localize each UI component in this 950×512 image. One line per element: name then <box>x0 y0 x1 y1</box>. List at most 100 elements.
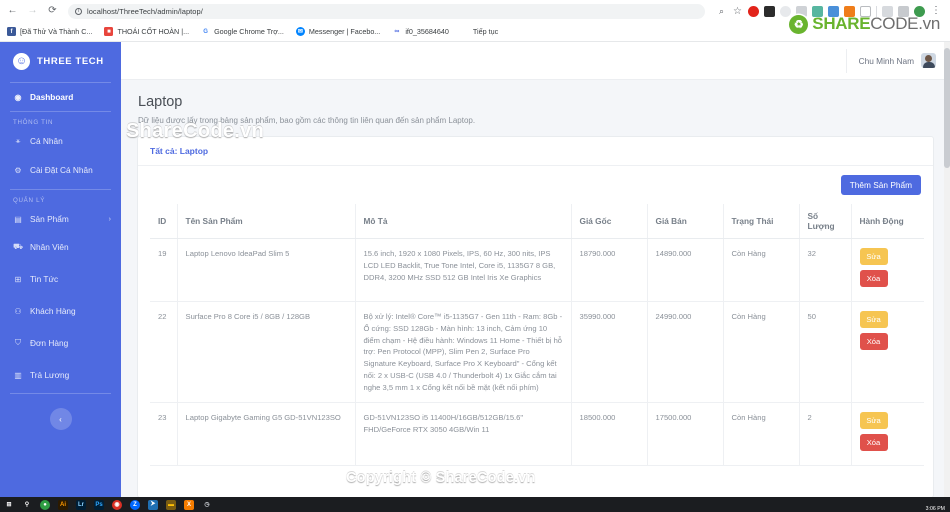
cell-id: 22 <box>150 301 178 404</box>
sidebar-collapse-button[interactable]: ‹ <box>49 408 72 430</box>
bookmark-item[interactable]: ■ THOÁI CỐT HOÀN |... <box>104 27 189 36</box>
col-qty: Số Lượng <box>799 204 852 239</box>
cell-actions: Sửa Xóa <box>851 238 924 302</box>
main-content: Laptop Dữ liệu được lấy trong bảng sản p… <box>121 80 950 497</box>
sidebar-item-label: Cá Nhân <box>30 136 63 146</box>
sidebar-collapse-area: ‹ <box>0 408 121 430</box>
search-icon[interactable]: ⚲ <box>22 500 32 510</box>
customer-icon: ⚇ <box>14 306 22 316</box>
brand-logo-area[interactable]: ☺ THREE TECH <box>0 42 121 80</box>
dashboard-icon: ◉ <box>14 92 22 102</box>
taskbar-icon-zalo[interactable]: Z <box>130 499 140 510</box>
sidebar-item-san-pham[interactable]: ▤ Sản Phẩm › <box>0 207 121 231</box>
bookmark-label: THOÁI CỐT HOÀN |... <box>117 27 190 36</box>
edit-button[interactable]: Sửa <box>859 412 888 430</box>
cell-desc: GD-51VN123SO i5 11400H/16GB/512GB/15.6" … <box>355 402 572 467</box>
bookmark-label: Google Chrome Trợ... <box>214 27 284 36</box>
taskbar-icon-vscode[interactable]: ⮞ <box>148 499 158 510</box>
logo-green-text: SHARE <box>812 14 871 33</box>
cell-actions: Sửa Xóa <box>851 402 924 467</box>
table-row: 22 Surface Pro 8 Core i5 / 8GB / 128GB B… <box>150 301 924 404</box>
taskbar-icon-chrome[interactable]: ◉ <box>112 499 122 510</box>
taskbar-clock[interactable]: 3:06 PM 1/20/2023 <box>925 498 945 512</box>
cell-status: Còn Hàng <box>723 301 800 404</box>
bookmark-favicon-messenger: ✉ <box>295 27 305 36</box>
user-menu[interactable]: Chu Minh Nam <box>845 48 950 73</box>
sidebar-item-tin-tuc[interactable]: ⊞ Tin Tức <box>0 263 121 295</box>
card-title: Tất cả: Laptop <box>138 137 933 166</box>
cell-price-base: 35990.000 <box>571 301 648 404</box>
cell-status: Còn Hàng <box>723 238 800 302</box>
sidebar: ☺ THREE TECH ◉ Dashboard THÔNG TIN ⚹ Cá … <box>0 42 121 497</box>
col-id: ID <box>150 204 178 239</box>
sidebar-item-khach-hang[interactable]: ⚇ Khách Hàng <box>0 295 121 327</box>
cell-price-base: 18500.000 <box>571 402 648 467</box>
url-text: localhost/ThreeTech/admin/laptop/ <box>87 6 203 16</box>
delete-button[interactable]: Xóa <box>859 434 888 452</box>
col-name: Tên Sản Phẩm <box>177 204 356 239</box>
page-scrollbar-thumb[interactable] <box>944 48 950 168</box>
bookmark-label: Tiếp tục <box>472 27 499 36</box>
sidebar-divider <box>10 393 111 394</box>
sidebar-item-don-hang[interactable]: ⛉ Đơn Hàng <box>0 327 121 359</box>
sidebar-divider <box>10 111 111 112</box>
site-info-icon[interactable]: i <box>75 7 82 15</box>
taskbar-icon-lightroom[interactable]: Lr <box>76 499 86 510</box>
chevron-right-icon: › <box>108 215 111 223</box>
table-header: ID Tên Sản Phẩm Mô Tả Giá Gốc Giá Bán Tr… <box>150 204 924 239</box>
taskbar-icon-illustrator[interactable]: Ai <box>58 499 68 510</box>
sidebar-item-label: Trả Lương <box>30 370 70 380</box>
edit-button[interactable]: Sửa <box>859 248 888 265</box>
card-toolbar: Thêm Sản Phẩm <box>150 175 921 195</box>
bookmark-item[interactable]: G Google Chrome Trợ... <box>201 27 284 36</box>
cell-status: Còn Hàng <box>723 402 800 467</box>
table-row: 19 Laptop Lenovo IdeaPad Slim 5 15.6 inc… <box>150 238 924 302</box>
sidebar-item-label: Đơn Hàng <box>30 338 69 348</box>
col-desc: Mô Tả <box>355 204 572 239</box>
laptop-table: ID Tên Sản Phẩm Mô Tả Giá Gốc Giá Bán Tr… <box>150 204 924 467</box>
cell-desc: Bộ xử lý: Intel® Core™ i5-1135G7 - Gen 1… <box>355 301 572 404</box>
brand-name: THREE TECH <box>37 55 104 67</box>
laptop-card: Tất cả: Laptop Thêm Sản Phẩm ID Tên Sản … <box>137 136 934 497</box>
cell-price-sale: 17500.000 <box>647 402 724 467</box>
taskbar-icon-clock-app[interactable]: ◷ <box>202 500 212 510</box>
sidebar-item-ca-nhan[interactable]: ⚹ Cá Nhân <box>0 129 121 153</box>
bookmark-label: if0_35684640 <box>405 27 449 36</box>
taskbar-icon-app-green[interactable]: ● <box>40 499 50 510</box>
cell-actions: Sửa Xóa <box>851 301 924 404</box>
bookmark-item-more[interactable]: Tiếp tục <box>473 27 498 36</box>
gear-icon: ⚙ <box>14 165 22 175</box>
delete-button[interactable]: Xóa <box>859 333 888 350</box>
avatar[interactable] <box>921 53 936 68</box>
reload-button[interactable]: ⟳ <box>46 5 59 18</box>
sidebar-item-label: Khách Hàng <box>30 306 76 316</box>
bookmark-star-icon[interactable]: ☆ <box>732 6 743 17</box>
sidebar-item-cai-dat-ca-nhan[interactable]: ⚙ Cài Đặt Cá Nhân <box>0 153 121 187</box>
table-row: 23 Laptop Gigabyte Gaming G5 GD-51VN123S… <box>150 402 924 467</box>
start-button-icon[interactable]: ⊞ <box>4 500 14 510</box>
browser-window: ← → ⟳ i localhost/ThreeTech/admin/laptop… <box>0 0 950 512</box>
bookmark-label: [Đã Thử Và Thành C... <box>20 27 93 36</box>
taskbar-icon-photoshop[interactable]: Ps <box>94 499 104 510</box>
sidebar-item-nhan-vien[interactable]: ⛟ Nhân Viên <box>0 231 121 263</box>
taskbar-icon-xampp[interactable]: X <box>184 499 194 510</box>
bookmark-item[interactable]: ✉ Messenger | Facebo... <box>295 27 380 36</box>
bookmark-favicon: f <box>7 27 16 36</box>
bookmark-item[interactable]: f [Đã Thử Và Thành C... <box>7 27 92 36</box>
sidebar-item-dashboard[interactable]: ◉ Dashboard <box>0 85 121 109</box>
payment-icon: ▥ <box>14 370 22 380</box>
back-button[interactable]: ← <box>6 5 19 18</box>
taskbar-icon-explorer[interactable]: ▬ <box>166 499 176 510</box>
logo-grey-text: CODE.vn <box>870 14 940 33</box>
bookmark-item[interactable]: ∞ if0_35684640 <box>392 27 449 36</box>
avatar-body <box>922 62 935 68</box>
delete-button[interactable]: Xóa <box>859 270 888 287</box>
extension-icon-opera[interactable] <box>748 5 759 17</box>
add-product-button[interactable]: Thêm Sản Phẩm <box>840 175 921 195</box>
sidebar-item-tra-luong[interactable]: ▥ Trả Lương <box>0 359 121 391</box>
edit-button[interactable]: Sửa <box>859 311 888 328</box>
address-bar[interactable]: i localhost/ThreeTech/admin/laptop/ <box>68 3 705 19</box>
extension-icon-figma[interactable] <box>764 5 775 17</box>
forward-button[interactable]: → <box>26 5 39 18</box>
zoom-icon[interactable]: ⌕ <box>716 6 727 17</box>
